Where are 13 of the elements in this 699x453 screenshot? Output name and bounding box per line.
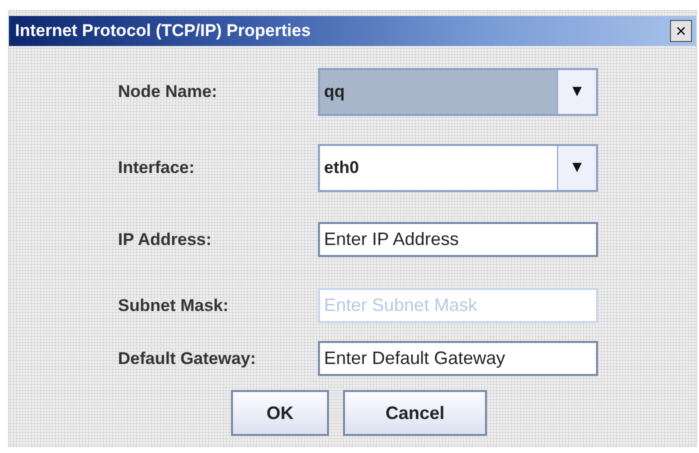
dropdown[interactable]: qq ▼ [318,68,598,116]
dialog-button[interactable]: Cancel [343,390,487,436]
field-label: Interface: [118,158,196,178]
input-field[interactable]: Enter IP Address [318,222,598,257]
dropdown[interactable]: eth0 ▼ [318,144,598,192]
field-label: Subnet Mask: [118,296,230,316]
close-button[interactable]: × [670,20,692,42]
field-label: Node Name: [118,82,218,102]
dialog-button[interactable]: OK [231,390,329,436]
field-label: IP Address: [118,230,213,250]
input-field[interactable]: Enter Default Gateway [318,341,598,376]
window-title: Internet Protocol (TCP/IP) Properties [15,21,311,41]
field-label: Default Gateway: [118,348,257,368]
